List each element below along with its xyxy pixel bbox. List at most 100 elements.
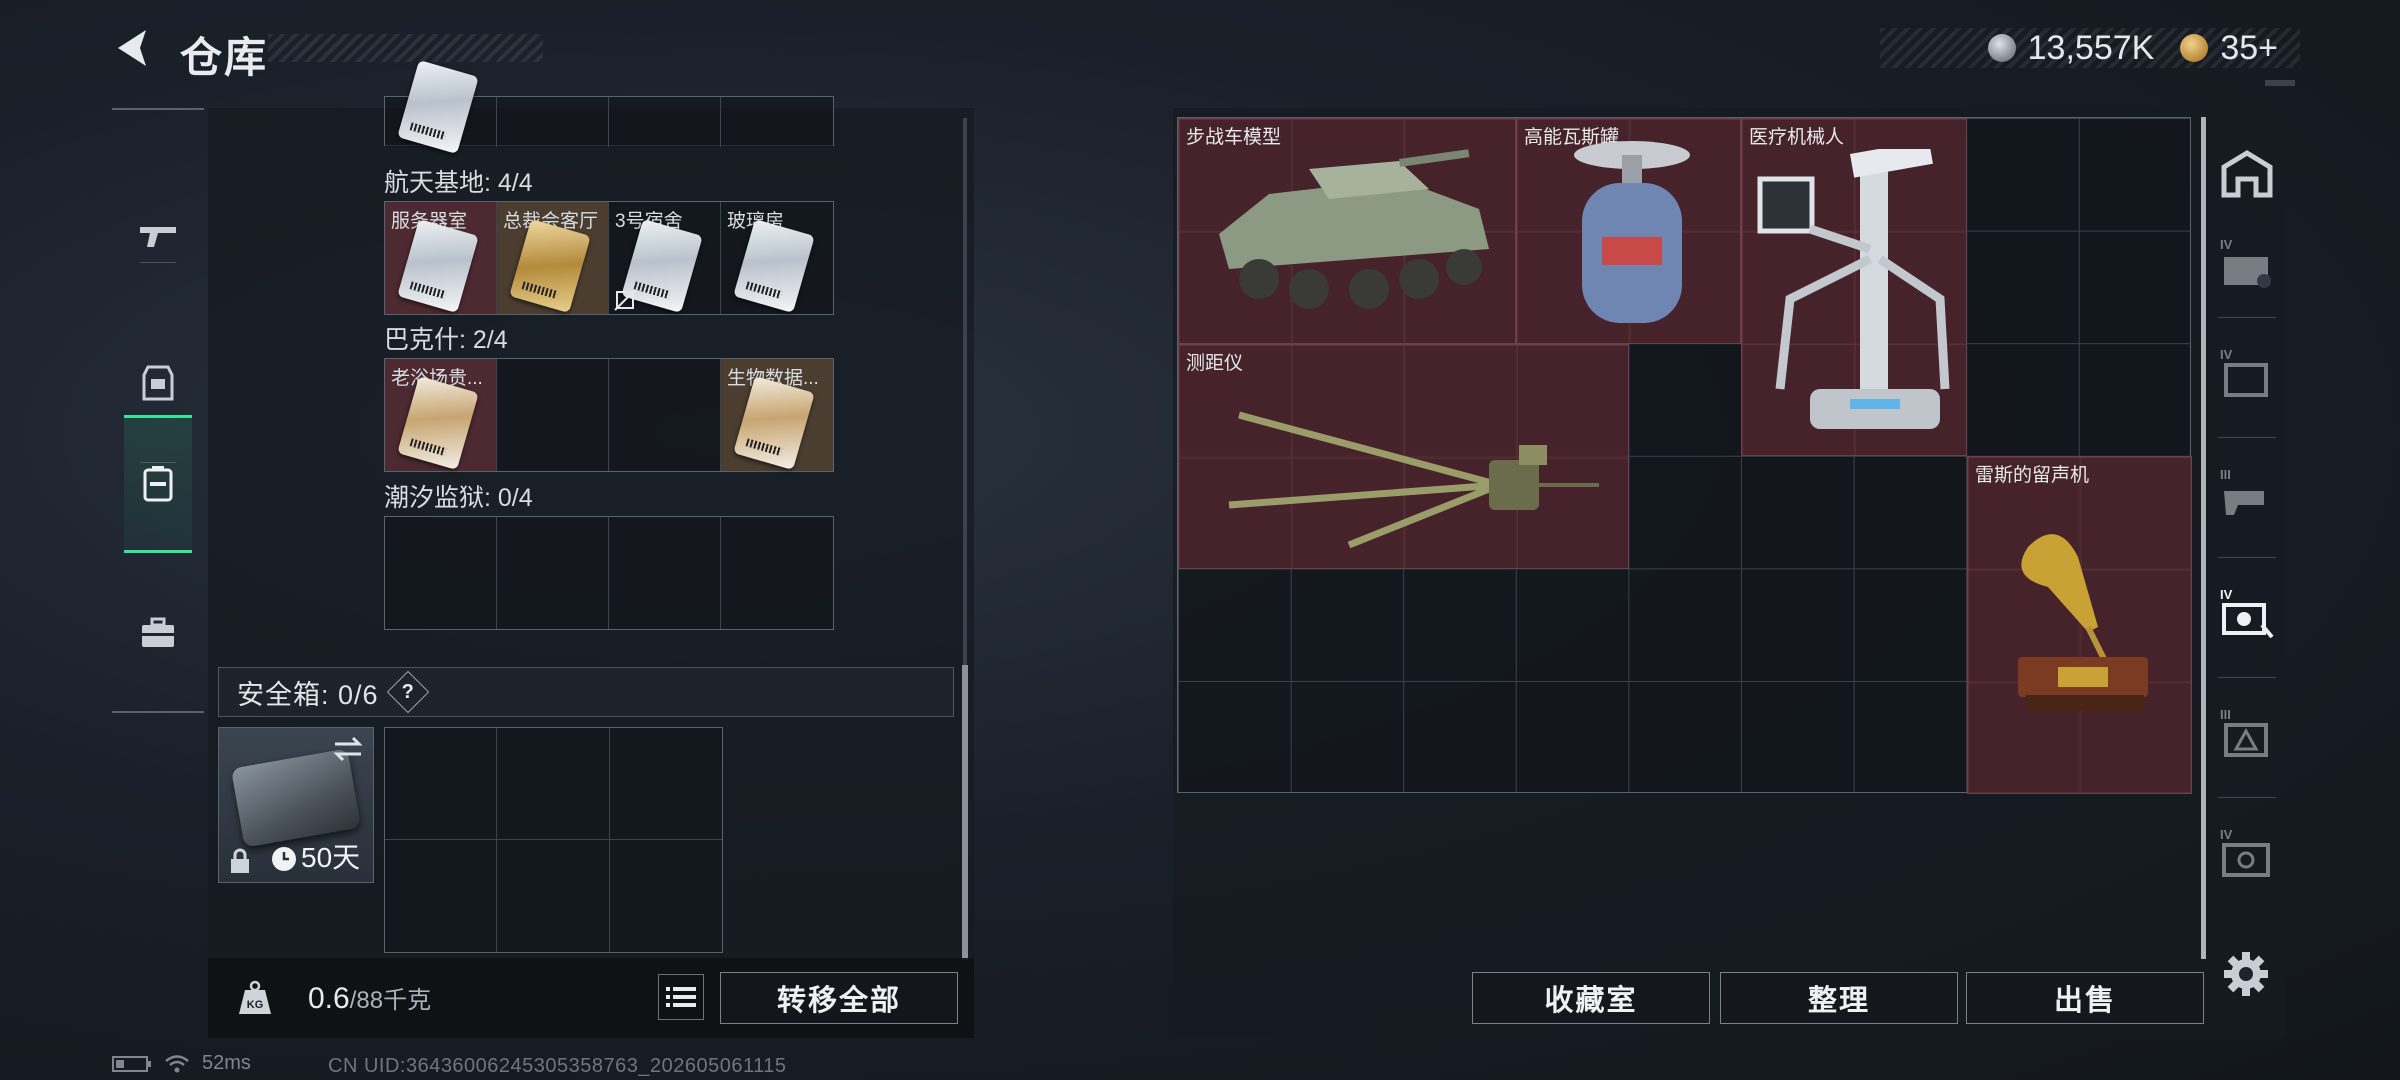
settings-gear-icon[interactable] xyxy=(2222,950,2270,998)
currency-bar: 13,557K 35+ xyxy=(1880,28,2300,68)
key-slot[interactable] xyxy=(497,359,609,471)
status-bar: 52ms xyxy=(112,1052,251,1075)
key-slot[interactable]: 服务器室 xyxy=(385,202,497,314)
keycard-icon xyxy=(397,219,479,313)
stash-item-gramophone[interactable]: 雷斯的留声机 xyxy=(1967,456,2192,794)
page-title: 仓库 xyxy=(180,34,269,81)
safe-slot[interactable] xyxy=(385,840,498,952)
weight-readout: 0.6/88千克 xyxy=(308,982,432,1015)
house-icon[interactable] xyxy=(2218,147,2276,205)
svg-text:IV: IV xyxy=(2220,827,2233,842)
ifv-model-image xyxy=(1219,149,1489,309)
svg-text:III: III xyxy=(2220,707,2231,722)
battery-icon xyxy=(112,1055,151,1072)
safe-slot[interactable] xyxy=(385,728,498,840)
nav-backpack[interactable] xyxy=(124,415,192,553)
section-title: 航天基地: 4/4 xyxy=(384,169,533,197)
left-nav xyxy=(112,108,204,713)
key-slot[interactable]: 生物数据... xyxy=(721,359,833,471)
list-icon xyxy=(666,987,696,1007)
tier-iii-warning-icon[interactable]: III xyxy=(2218,705,2276,763)
key-slot-row: 老浴场贵... 生物数据... xyxy=(384,358,834,472)
armor-icon xyxy=(142,365,174,401)
svg-text:III: III xyxy=(2220,467,2231,482)
sell-button[interactable]: 出售 xyxy=(1966,972,2204,1024)
toolbox-icon xyxy=(142,617,174,647)
list-view-button[interactable] xyxy=(658,974,704,1020)
category-column: IV IV III IV III IV xyxy=(2210,117,2280,959)
tier-iv-folder-icon[interactable]: IV xyxy=(2218,345,2276,403)
help-icon[interactable]: ? xyxy=(386,670,429,714)
back-button[interactable] xyxy=(110,26,160,70)
key-slot[interactable] xyxy=(609,359,721,471)
tier-iv-gear-box-icon[interactable]: IV xyxy=(2218,825,2276,883)
key-slot[interactable]: 总裁会客厅 xyxy=(497,202,609,314)
key-slot[interactable] xyxy=(609,517,721,629)
safe-header: 安全箱: 0/6 ? xyxy=(218,667,954,717)
silver-balance: 13,557K xyxy=(2027,28,2155,67)
partial-slot-row xyxy=(384,60,834,154)
keycard-icon xyxy=(733,219,815,313)
tier-iv-container-icon[interactable]: IV xyxy=(2218,235,2276,293)
safe-box[interactable]: 50天 xyxy=(218,727,374,883)
weight-icon: KG xyxy=(226,969,284,1027)
section-title: 巴克什: 2/4 xyxy=(384,326,508,354)
tier-iv-device-icon[interactable]: IV xyxy=(2218,585,2276,643)
swap-icon[interactable] xyxy=(331,734,365,764)
gramophone-image xyxy=(2018,534,2148,711)
gun-icon xyxy=(140,227,176,247)
silver-coin-icon xyxy=(1987,34,2016,62)
keycard-icon xyxy=(397,376,479,470)
backpack-icon xyxy=(143,466,173,502)
stash-item-rangefinder[interactable]: 测距仪 xyxy=(1178,344,1629,569)
stash-item-medical-robot[interactable]: 医疗机械人 xyxy=(1741,118,1967,456)
no-loss-icon xyxy=(614,289,636,311)
key-slot[interactable] xyxy=(385,517,497,629)
section-title: 潮汐监狱: 0/4 xyxy=(384,484,533,512)
back-arrow-icon xyxy=(118,30,146,66)
key-slot[interactable]: 玻璃房 xyxy=(721,202,833,314)
collection-room-button[interactable]: 收藏室 xyxy=(1472,972,1710,1024)
gas-canister-image xyxy=(1574,141,1690,323)
nav-toolbox[interactable] xyxy=(124,568,192,698)
key-slot-row: 服务器室 总裁会客厅 3号宿舍 玻璃房 xyxy=(384,201,834,315)
left-scrollbar-thumb[interactable] xyxy=(962,665,968,960)
right-scrollbar[interactable] xyxy=(2201,117,2206,959)
svg-text:IV: IV xyxy=(2220,237,2233,252)
safe-slot[interactable] xyxy=(609,840,722,952)
gold-balance: 35+ xyxy=(2220,28,2278,67)
key-slot[interactable] xyxy=(497,517,609,629)
stash-item-gas-canister[interactable]: 高能瓦斯罐 xyxy=(1516,118,1741,344)
safe-slot[interactable] xyxy=(497,840,610,952)
transfer-all-button[interactable]: 转移全部 xyxy=(720,972,958,1024)
wifi-icon xyxy=(165,1054,189,1072)
rangefinder-image xyxy=(1228,411,1599,549)
version-mark xyxy=(2265,80,2295,86)
key-slot[interactable] xyxy=(721,517,833,629)
safe-title: 安全箱: 0/6 xyxy=(237,679,379,710)
stash-grid[interactable]: 步战车模型 高能瓦斯罐 医疗机械人 测距仪 雷斯的留声机 xyxy=(1177,117,2192,794)
safe-slot[interactable] xyxy=(497,728,610,840)
safe-slot[interactable] xyxy=(609,728,722,840)
tier-iii-tool-icon[interactable]: III xyxy=(2218,465,2276,523)
key-slot-row xyxy=(384,516,834,630)
organize-button[interactable]: 整理 xyxy=(1720,972,1958,1024)
clock-icon xyxy=(272,847,296,871)
medical-robot-image xyxy=(1757,149,1950,429)
key-slot[interactable]: 老浴场贵... xyxy=(385,359,497,471)
svg-text:KG: KG xyxy=(247,999,264,1011)
title-stripe xyxy=(268,34,543,62)
nav-weapons[interactable] xyxy=(124,170,192,300)
keycard-icon xyxy=(733,376,815,470)
stash-item-ifv-model[interactable]: 步战车模型 xyxy=(1178,118,1516,344)
uid-text: CN UID:364360062453053587​63_20260506111… xyxy=(328,1055,787,1077)
safe-grid xyxy=(384,727,723,953)
lock-icon xyxy=(231,848,249,873)
svg-text:IV: IV xyxy=(2220,587,2233,602)
keycard-icon xyxy=(509,219,591,313)
key-slot[interactable]: 3号宿舍 xyxy=(609,202,721,314)
svg-text:IV: IV xyxy=(2220,347,2233,362)
safe-days: 50天 xyxy=(301,842,361,873)
ping-text: 52ms xyxy=(202,1052,251,1074)
gold-coin-icon xyxy=(2180,34,2209,62)
